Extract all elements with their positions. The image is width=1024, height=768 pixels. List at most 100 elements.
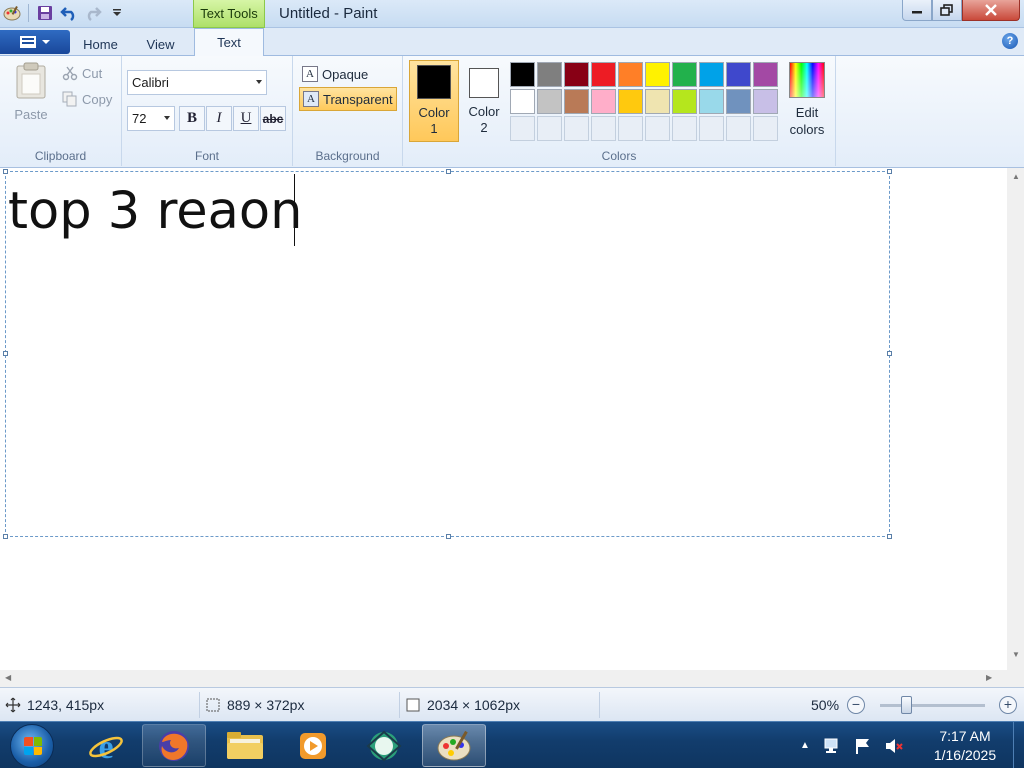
minimize-button[interactable] xyxy=(902,0,932,21)
strikethrough-button[interactable]: abc xyxy=(260,106,286,131)
palette-color-swatch[interactable] xyxy=(564,62,589,87)
taskbar-internet-explorer[interactable]: e xyxy=(74,724,138,767)
zoom-slider-track[interactable] xyxy=(880,704,985,707)
color-spectrum-icon xyxy=(789,62,825,98)
palette-color-swatch[interactable] xyxy=(537,62,562,87)
taskbar-network-app[interactable] xyxy=(352,724,416,767)
customize-qat-dropdown-icon[interactable] xyxy=(107,3,127,23)
underline-button[interactable]: U xyxy=(233,106,259,131)
tab-view[interactable]: View xyxy=(132,33,189,56)
volume-muted-icon[interactable] xyxy=(884,737,904,755)
palette-color-swatch[interactable] xyxy=(591,89,616,114)
paint-menu-button[interactable] xyxy=(0,30,70,54)
opaque-option[interactable]: A Opaque xyxy=(299,62,371,86)
tab-text[interactable]: Text xyxy=(194,28,264,57)
palette-empty-swatch[interactable] xyxy=(753,116,778,141)
save-icon[interactable] xyxy=(35,3,55,23)
palette-color-swatch[interactable] xyxy=(753,62,778,87)
copy-button[interactable]: Copy xyxy=(62,91,112,107)
color1-button[interactable]: Color 1 xyxy=(409,60,459,142)
background-group-label: Background xyxy=(315,149,380,163)
scroll-left-icon[interactable]: ◀ xyxy=(5,673,11,682)
palette-color-swatch[interactable] xyxy=(753,89,778,114)
palette-color-swatch[interactable] xyxy=(618,62,643,87)
scrollbar-corner xyxy=(1007,670,1024,687)
palette-color-swatch[interactable] xyxy=(645,89,670,114)
resize-handle[interactable] xyxy=(887,534,892,539)
zoom-out-button[interactable]: − xyxy=(847,696,865,714)
palette-color-swatch[interactable] xyxy=(672,89,697,114)
action-center-flag-icon[interactable] xyxy=(854,737,872,755)
palette-color-swatch[interactable] xyxy=(645,62,670,87)
cursor-position-value: 1243, 415px xyxy=(27,697,105,713)
resize-handle[interactable] xyxy=(887,169,892,174)
tab-home[interactable]: Home xyxy=(72,33,129,56)
chevron-down-icon xyxy=(256,80,262,84)
resize-handle[interactable] xyxy=(3,351,8,356)
paint-app-icon[interactable] xyxy=(2,3,22,23)
color2-button[interactable]: Color 2 xyxy=(459,60,509,142)
palette-color-swatch[interactable] xyxy=(618,89,643,114)
scroll-right-icon[interactable]: ▶ xyxy=(986,673,992,682)
taskbar-media-player[interactable] xyxy=(281,724,345,767)
restore-button[interactable] xyxy=(932,0,962,21)
palette-color-swatch[interactable] xyxy=(510,62,535,87)
palette-empty-swatch[interactable] xyxy=(672,116,697,141)
zoom-slider-thumb[interactable] xyxy=(901,696,912,714)
redo-icon[interactable] xyxy=(83,3,103,23)
vertical-scrollbar[interactable]: ▲ ▼ xyxy=(1007,168,1024,670)
cut-button[interactable]: Cut xyxy=(62,65,102,81)
palette-empty-swatch[interactable] xyxy=(537,116,562,141)
scroll-up-icon[interactable]: ▲ xyxy=(1012,172,1020,181)
palette-color-swatch[interactable] xyxy=(537,89,562,114)
resize-handle[interactable] xyxy=(446,534,451,539)
font-size-dropdown[interactable]: 72 xyxy=(127,106,175,131)
show-hidden-icons-icon[interactable]: ▲ xyxy=(800,740,810,751)
taskbar-paint[interactable] xyxy=(422,724,486,767)
taskbar-file-explorer[interactable] xyxy=(213,724,277,767)
windows-logo-icon xyxy=(24,737,42,755)
network-icon[interactable] xyxy=(822,737,842,755)
bold-button[interactable]: B xyxy=(179,106,205,131)
palette-empty-swatch[interactable] xyxy=(645,116,670,141)
status-separator xyxy=(399,692,400,718)
media-player-icon xyxy=(300,732,326,759)
color2-label-line2: 2 xyxy=(480,120,488,135)
resize-handle[interactable] xyxy=(3,534,8,539)
palette-empty-swatch[interactable] xyxy=(618,116,643,141)
palette-color-swatch[interactable] xyxy=(672,62,697,87)
canvas-text[interactable]: top 3 reaon xyxy=(8,180,302,244)
palette-empty-swatch[interactable] xyxy=(591,116,616,141)
palette-color-swatch[interactable] xyxy=(726,62,751,87)
zoom-in-button[interactable]: + xyxy=(999,696,1017,714)
horizontal-scrollbar[interactable]: ◀ ▶ xyxy=(0,670,1007,687)
palette-empty-swatch[interactable] xyxy=(510,116,535,141)
firefox-icon xyxy=(159,730,189,761)
palette-color-swatch[interactable] xyxy=(726,89,751,114)
palette-empty-swatch[interactable] xyxy=(564,116,589,141)
palette-color-swatch[interactable] xyxy=(591,62,616,87)
font-family-dropdown[interactable]: Calibri xyxy=(127,70,267,95)
show-desktop-button[interactable] xyxy=(1013,722,1024,768)
svg-text:e: e xyxy=(98,729,113,765)
resize-handle[interactable] xyxy=(446,169,451,174)
resize-handle[interactable] xyxy=(887,351,892,356)
resize-handle[interactable] xyxy=(3,169,8,174)
help-icon[interactable]: ? xyxy=(1002,33,1018,49)
palette-color-swatch[interactable] xyxy=(699,89,724,114)
paste-button[interactable]: Paste xyxy=(10,62,52,122)
palette-empty-swatch[interactable] xyxy=(699,116,724,141)
taskbar-firefox[interactable] xyxy=(142,724,206,767)
palette-empty-swatch[interactable] xyxy=(726,116,751,141)
scroll-down-icon[interactable]: ▼ xyxy=(1012,650,1020,659)
edit-colors-button[interactable]: Edit colors xyxy=(784,62,830,138)
palette-color-swatch[interactable] xyxy=(510,89,535,114)
start-button[interactable] xyxy=(10,724,54,768)
palette-color-swatch[interactable] xyxy=(699,62,724,87)
close-button[interactable] xyxy=(962,0,1020,21)
palette-color-swatch[interactable] xyxy=(564,89,589,114)
italic-button[interactable]: I xyxy=(206,106,232,131)
undo-icon[interactable] xyxy=(59,3,79,23)
system-clock[interactable]: 7:17 AM 1/16/2025 xyxy=(922,727,1008,765)
transparent-option[interactable]: A Transparent xyxy=(299,87,397,111)
